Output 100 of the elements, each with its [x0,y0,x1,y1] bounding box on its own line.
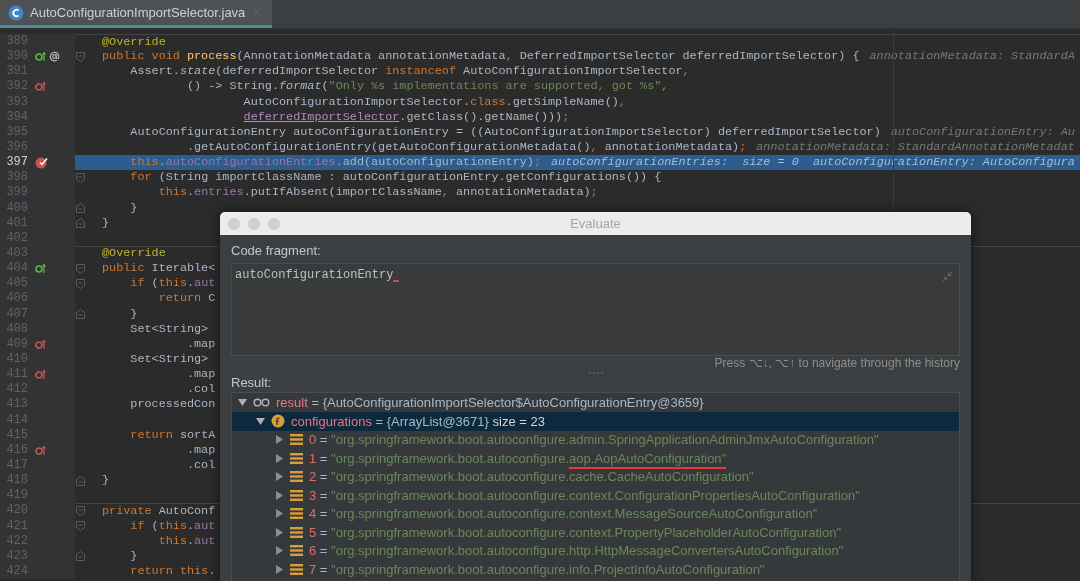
code-line: if (this.aut [129,518,216,534]
code-line: private AutoConf [102,503,216,519]
code-line: } [129,306,138,322]
method-marker-icon[interactable] [35,338,46,350]
glasses-icon [253,398,270,408]
fold-icon[interactable] [76,278,85,289]
fold-icon[interactable] [76,263,85,274]
tree-row[interactable]: 4 = "org.springframework.boot.autoconfigure.context.MessageSourceAutoConfiguration" [232,504,959,523]
code-line: } [129,548,138,564]
tree-node-label: 3 = "org.springframework.boot.autoconfigure.context.ConfigurationPropertiesAutoConfiguration" [309,486,860,505]
splitter-grip-icon[interactable] [587,370,604,375]
collapsed-arrow-icon[interactable] [275,490,284,500]
collapsed-arrow-icon[interactable] [275,546,284,556]
code-line: .map [185,367,216,383]
expanded-arrow-icon[interactable] [256,416,265,426]
list-icon [290,452,303,464]
code-line: Set<String> [129,351,209,368]
code-line: AutoConfigurationEntry autoConfigurationEntry = ((AutoConfigurationImportSelector) deferredImportSelector) [129,124,881,140]
at-sign-icon[interactable] [49,51,60,63]
code-line: AutoConfigurationImportSelector.class.getSimpleName(), [242,94,626,110]
tree-row[interactable]: 5 = "org.springframework.boot.autoconfigure.context.PropertyPlaceholderAutoConfiguration" [232,523,959,542]
code-fragment-field[interactable]: autoConfigurationEntry [231,262,960,356]
method-marker-icon[interactable] [35,51,46,63]
code-line: for (String importClassName : autoConfigurationEntry.getConfigurations()) { [129,170,662,186]
method-marker-icon[interactable] [35,81,46,93]
code-line: Set<String> [129,321,209,337]
list-icon [290,489,303,501]
collapse-icon[interactable] [942,270,953,282]
collapsed-arrow-icon[interactable] [275,509,284,519]
code-line: .col [185,457,216,474]
fold-icon[interactable] [76,218,85,229]
collapsed-arrow-icon[interactable] [275,472,284,482]
tree-row[interactable]: result = {AutoConfigurationImportSelector$AutoConfigurationEntry@3659} [232,393,959,412]
code-line: return sortA [129,427,216,443]
fold-icon[interactable] [76,172,85,183]
collapsed-arrow-icon[interactable] [275,527,284,537]
collapsed-arrow-icon[interactable] [275,435,284,445]
list-icon [290,434,303,446]
tree-node-label: 6 = "org.springframework.boot.autoconfigure.http.HttpMessageConvertersAutoConfiguration" [309,542,844,560]
list-icon [290,471,303,483]
dialog-title: Evaluate [570,214,621,233]
tree-node-label: result = {AutoConfigurationImportSelector$AutoConfigurationEntry@3659} [276,394,704,412]
fold-icon[interactable] [76,551,85,562]
fold-icon[interactable] [76,475,85,486]
fold-icon[interactable] [76,203,85,214]
close-icon[interactable] [251,7,263,18]
history-hint: Press ⌥↓, ⌥↑ to navigate through the history [714,355,960,371]
list-icon [290,508,303,520]
tree-node-label: 5 = "org.springframework.boot.autoconfigure.context.PropertyPlaceholderAutoConfiguration" [309,523,842,542]
fold-icon[interactable] [76,51,85,62]
tree-node-label: 4 = "org.springframework.boot.autoconfigure.context.MessageSourceAutoConfiguration" [309,505,818,523]
expanded-arrow-icon[interactable] [238,398,247,408]
method-marker-icon[interactable] [35,444,46,456]
code-line: this.autoConfigurationEntries.add(autoConfigurationEntry); [129,155,541,171]
method-marker-icon[interactable] [35,369,46,381]
fold-icon[interactable] [76,309,85,320]
code-line: } [129,200,138,216]
tree-row[interactable]: 1 = "org.springframework.boot.autoconfigure.aop.AopAutoConfiguration" [232,449,959,468]
fold-icon[interactable] [76,521,85,532]
code-line: .map [185,442,216,458]
collapsed-arrow-icon[interactable] [275,453,284,463]
code-line: public Iterable< [102,261,216,277]
tree-node-label: 1 = "org.springframework.boot.autoconfigure.aop.AopAutoConfiguration" [309,448,727,468]
inline-value-hint: annotationMetadata: StandardAnnotationMetadat [756,140,1075,156]
breakpoint-icon[interactable] [35,156,48,170]
code-line: } [102,215,110,231]
tree-node-label: 7 = "org.springframework.boot.autoconfigure.info.ProjectInfoAutoConfiguration" [309,560,765,579]
inline-value-hint: autoConfigurationEntry: Au [890,124,1075,140]
code-line: this.entries.putIfAbsent(importClassName, annotationMetadata); [157,185,598,201]
code-line: @Override [102,34,166,50]
code-line: if (this.aut [129,276,216,292]
line-number: 397 [5,155,28,171]
code-line: .getAutoConfigurationEntry(getAutoConfigurationMetadata(), annotationMetadata); [185,140,747,156]
text-cursor [393,279,400,282]
tree-row[interactable]: configurations = {ArrayList@3671} size = 23 [232,412,959,431]
tree-row[interactable]: 3 = "org.springframework.boot.autoconfigure.context.ConfigurationPropertiesAutoConfiguration" [232,486,959,505]
field-label: Result: [231,374,273,391]
method-marker-icon[interactable] [35,263,46,275]
field-label: Code fragment: [231,242,322,260]
code-line: this.aut [157,533,216,549]
code-line: @Override [102,246,166,262]
code-line: .col [185,382,216,398]
class-file-icon [8,4,24,21]
tree-row[interactable]: 7 = "org.springframework.boot.autoconfigure.info.ProjectInfoAutoConfiguration" [232,560,959,579]
collapsed-arrow-icon[interactable] [275,564,284,574]
code-line: } [102,473,110,489]
tree-row[interactable]: 6 = "org.springframework.boot.autoconfigure.http.HttpMessageConvertersAutoConfiguration" [232,541,959,560]
tree-row[interactable]: 0 = "org.springframework.boot.autoconfigure.admin.SpringApplicationAdminJmxAutoConfiguration" [232,430,959,449]
code-line: processedCon [129,397,216,413]
code-line: deferredImportSelector.getClass().getName())); [242,109,570,125]
fold-icon[interactable] [76,506,85,517]
tree-row[interactable]: 2 = "org.springframework.boot.autoconfigure.cache.CacheAutoConfiguration" [232,467,959,486]
list-icon [290,545,303,557]
code-line: return C [157,291,216,307]
code-line: .map [185,336,216,352]
code-line: public void process(AnnotationMetadata annotationMetadata, DeferredImportSelector deferredImportSelector) { [102,49,860,65]
field-icon [271,414,285,429]
code-line: () -> String.format("Only %s implementations are supported, got %s", [185,79,669,95]
editor-tab[interactable]: AutoConfigurationImportSelector.java [0,0,273,28]
code-line: return this. [129,563,216,580]
